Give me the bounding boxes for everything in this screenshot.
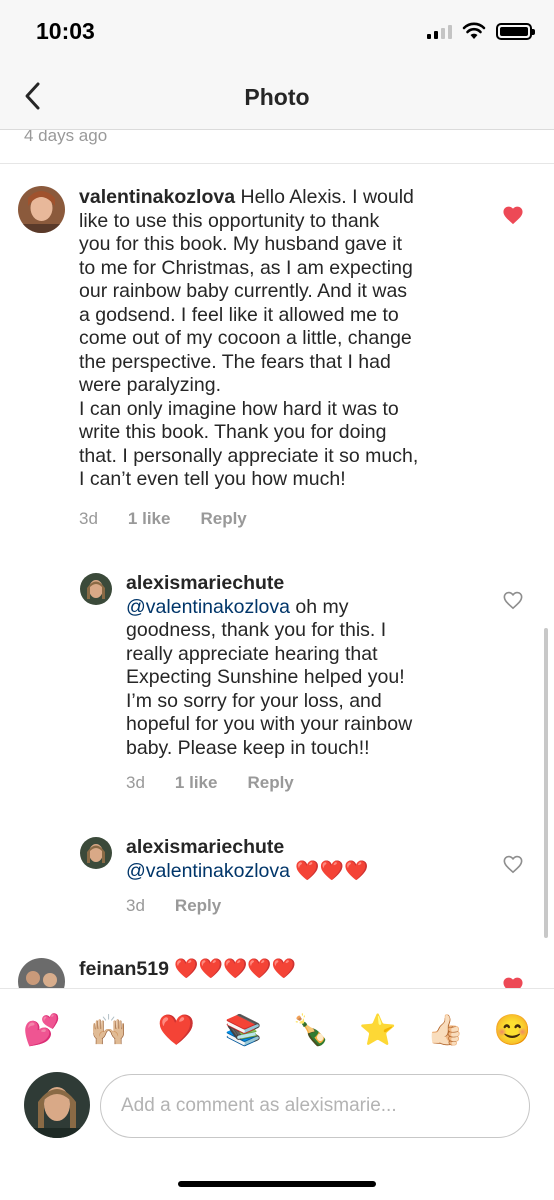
- emoji-champagne[interactable]: 🍾: [288, 1013, 334, 1048]
- likes-count[interactable]: 1 like: [175, 773, 218, 793]
- nav-bar: Photo: [0, 64, 554, 130]
- status-time: 10:03: [36, 18, 95, 44]
- comment-username[interactable]: valentinakozlova: [79, 186, 235, 208]
- avatar: [24, 1072, 90, 1138]
- emoji-red-heart[interactable]: ❤️: [153, 1013, 199, 1048]
- mention-link[interactable]: @valentinakozlova: [126, 860, 290, 882]
- comment-username[interactable]: alexismariechute: [126, 572, 284, 594]
- emoji-star[interactable]: ⭐: [355, 1013, 401, 1048]
- comment-text: feinan519 ❤️❤️❤️❤️❤️: [79, 958, 296, 980]
- heart-outline-icon[interactable]: [502, 590, 524, 610]
- comment-text: alexismariechute @valentinakozlova ❤️❤️❤…: [126, 836, 369, 882]
- reply-button[interactable]: Reply: [200, 509, 246, 529]
- signal-icon: [427, 23, 452, 39]
- home-indicator[interactable]: [178, 1181, 376, 1187]
- emoji-books[interactable]: 📚: [220, 1013, 266, 1048]
- comment-time: 3d: [126, 773, 145, 792]
- emoji-raised-hands[interactable]: 🙌🏼: [86, 1013, 132, 1048]
- avatar[interactable]: [80, 837, 112, 869]
- comment-meta: 3d Reply: [126, 896, 221, 916]
- comment-time: 3d: [79, 509, 98, 528]
- status-bar: 10:03: [0, 0, 554, 64]
- likes-count[interactable]: 1 like: [128, 509, 171, 529]
- avatar[interactable]: [80, 573, 112, 605]
- comment-composer: [0, 1072, 554, 1162]
- comment-meta: 3d 1 like Reply: [126, 773, 294, 793]
- emoji-quick-bar: 💕 🙌🏼 ❤️ 📚 🍾 ⭐ 👍🏻 😊: [0, 988, 554, 1072]
- mention-link[interactable]: @valentinakozlova: [126, 596, 290, 618]
- comment-username[interactable]: alexismariechute: [126, 836, 284, 858]
- divider: [0, 163, 554, 164]
- post-time-ago: 4 days ago: [24, 130, 108, 145]
- emoji-two-hearts[interactable]: 💕: [19, 1013, 65, 1048]
- emoji-smiling-face[interactable]: 😊: [489, 1013, 535, 1048]
- heart-liked-icon[interactable]: [502, 976, 524, 988]
- comment-text: alexismariechute @valentinakozlova oh my…: [126, 572, 413, 759]
- wifi-icon: [462, 22, 486, 39]
- comment-input[interactable]: [100, 1074, 530, 1138]
- heart-liked-icon[interactable]: [502, 205, 524, 225]
- reply-button[interactable]: Reply: [175, 896, 221, 916]
- emoji-thumbs-up[interactable]: 👍🏻: [422, 1013, 468, 1048]
- status-icons: [427, 22, 535, 40]
- scrollbar[interactable]: [544, 628, 548, 938]
- battery-icon: [496, 22, 535, 40]
- heart-outline-icon[interactable]: [502, 854, 524, 874]
- comment-meta: 3d 1 like Reply: [79, 509, 247, 529]
- page-title: Photo: [244, 84, 310, 110]
- comment-time: 3d: [126, 896, 145, 915]
- comment-text: valentinakozlova Hello Alexis. I would l…: [79, 186, 419, 490]
- avatar[interactable]: [18, 186, 65, 233]
- reply-button[interactable]: Reply: [247, 773, 293, 793]
- comments-list[interactable]: 4 days ago valentinakozlova Hello Alexis…: [0, 130, 554, 988]
- avatar[interactable]: [18, 958, 65, 988]
- comment-username[interactable]: feinan519: [79, 958, 169, 980]
